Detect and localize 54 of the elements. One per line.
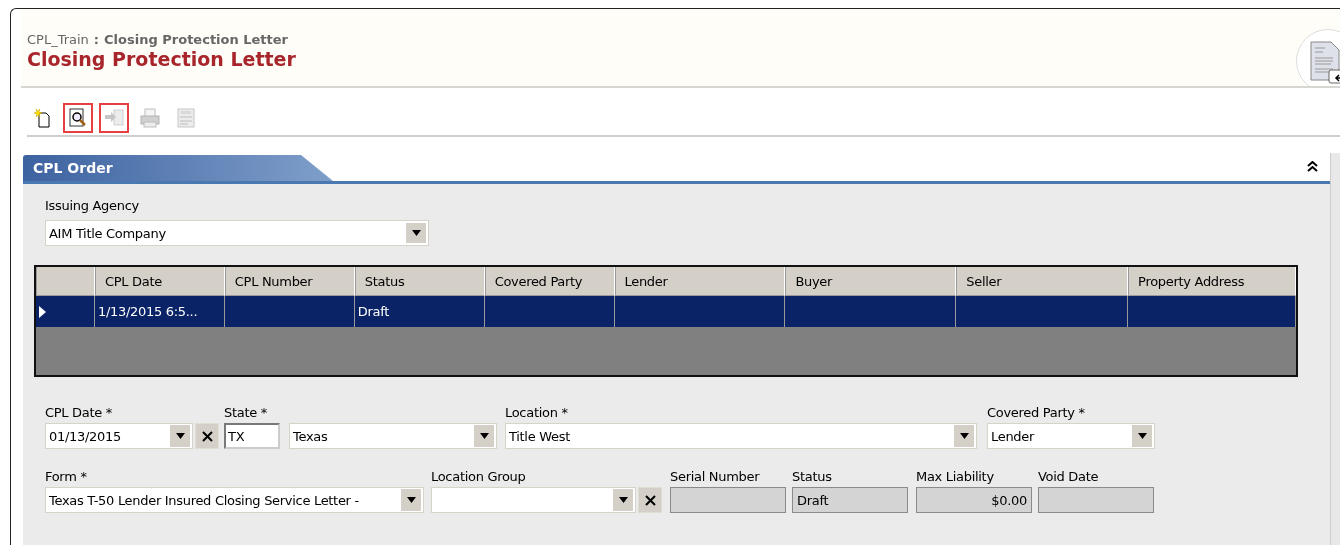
- table-cell[interactable]: [1128, 296, 1296, 327]
- breadcrumb-link[interactable]: CPL_Train: [27, 32, 89, 47]
- clear-icon[interactable]: [638, 487, 662, 513]
- row-header-cell: [36, 267, 95, 296]
- field-label: Serial Number: [670, 468, 761, 486]
- breadcrumb-text: Closing Protection Letter: [104, 32, 289, 47]
- field-label: Issuing Agency: [45, 198, 140, 215]
- dropdown-field[interactable]: [431, 487, 636, 513]
- column-header[interactable]: Lender: [614, 267, 786, 296]
- column-header[interactable]: Covered Party: [484, 267, 615, 296]
- page-title: Closing Protection Letter: [27, 48, 296, 70]
- printer-icon: [139, 106, 161, 129]
- clear-icon[interactable]: [195, 423, 219, 449]
- column-header[interactable]: Property Address: [1128, 267, 1296, 296]
- column-header[interactable]: CPL Date: [94, 267, 225, 296]
- section-tab[interactable]: CPL Order: [23, 155, 333, 181]
- field-label: Status: [792, 468, 833, 486]
- column-header[interactable]: CPL Number: [224, 267, 355, 296]
- row-pointer-icon: [39, 305, 46, 318]
- toolbar-button[interactable]: [63, 102, 93, 133]
- field-label: State *: [224, 404, 268, 422]
- field-label: Covered Party *: [987, 404, 1086, 422]
- arrow-document-icon: [103, 106, 125, 129]
- readonly-field: Draft: [792, 487, 908, 513]
- field-label: Void Date: [1038, 468, 1100, 486]
- dropdown-field[interactable]: Lender: [987, 423, 1155, 449]
- scrollbar[interactable]: [1330, 153, 1340, 545]
- field-label: Max Liability: [916, 468, 995, 486]
- void-document-icon: [175, 106, 197, 129]
- table-cell[interactable]: 1/13/2015 6:5...: [94, 296, 225, 327]
- dropdown-field[interactable]: Title West: [505, 423, 977, 449]
- field-label: Location Group: [431, 468, 527, 486]
- input-field[interactable]: TX: [224, 423, 280, 449]
- breadcrumb-separator: :: [93, 32, 100, 47]
- dropdown-field[interactable]: AIM Title Company: [45, 220, 429, 246]
- dropdown-field[interactable]: Texas T-50 Lender Insured Closing Service Letter -: [45, 487, 424, 513]
- dropdown-field[interactable]: Texas: [289, 423, 497, 449]
- column-header[interactable]: Status: [354, 267, 485, 296]
- table-cell[interactable]: [224, 296, 355, 327]
- table-cell[interactable]: [785, 296, 957, 327]
- row-pointer-cell[interactable]: [36, 296, 95, 327]
- table-cell[interactable]: [956, 296, 1129, 327]
- table-cell[interactable]: Draft: [354, 296, 485, 327]
- date-picker[interactable]: 01/13/2015: [45, 423, 193, 449]
- column-header[interactable]: Seller: [956, 267, 1129, 296]
- table-cell[interactable]: [484, 296, 615, 327]
- readonly-field: $0.00: [916, 487, 1032, 513]
- column-header[interactable]: Buyer: [785, 267, 957, 296]
- table-cell[interactable]: [614, 296, 786, 327]
- collapse-icon[interactable]: [1307, 161, 1318, 172]
- field-label: CPL Date *: [45, 404, 113, 422]
- field-label: Location *: [505, 404, 569, 422]
- new-document-icon: [31, 106, 53, 129]
- field-label: Form *: [45, 468, 88, 486]
